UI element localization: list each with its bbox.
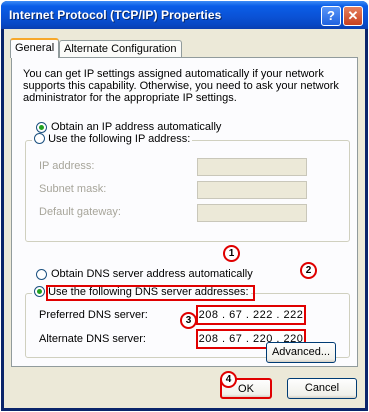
default-gateway-field[interactable]	[197, 204, 307, 222]
tab-alternate-configuration-label: Alternate Configuration	[64, 43, 177, 55]
obtain-ip-auto-label[interactable]: Obtain an IP address automatically	[51, 121, 221, 133]
subnet-mask-field[interactable]	[197, 181, 307, 199]
advanced-button[interactable]: Advanced...	[266, 342, 336, 363]
use-ip-radio-wrap: Use the following IP address:	[32, 133, 193, 145]
alternate-dns-label: Alternate DNS server:	[39, 333, 146, 345]
use-following-ip-label[interactable]: Use the following IP address:	[48, 133, 190, 145]
description-text: You can get IP settings assigned automat…	[23, 68, 339, 104]
callout-1: 1	[223, 245, 240, 262]
window-title: Internet Protocol (TCP/IP) Properties	[9, 8, 222, 22]
title-bar[interactable]: Internet Protocol (TCP/IP) Properties ? …	[1, 1, 368, 29]
preferred-dns-label: Preferred DNS server:	[39, 309, 148, 321]
obtain-ip-auto-radio[interactable]	[36, 122, 47, 133]
default-gateway-label: Default gateway:	[39, 206, 121, 218]
close-button[interactable]: ✕	[343, 6, 363, 26]
tab-general-label: General	[15, 42, 55, 54]
callout-4: 4	[220, 371, 237, 388]
dialog-window: Internet Protocol (TCP/IP) Properties ? …	[1, 1, 368, 411]
callout-3: 3	[180, 312, 197, 329]
ip-address-field[interactable]	[197, 158, 307, 176]
obtain-dns-auto-label[interactable]: Obtain DNS server address automatically	[51, 268, 253, 280]
callout-2: 2	[300, 262, 317, 279]
preferred-dns-field[interactable]: 208 . 67 . 222 . 222	[196, 305, 306, 325]
dns-option-highlight	[46, 285, 255, 301]
use-following-dns-radio[interactable]	[34, 286, 45, 297]
cancel-button[interactable]: Cancel	[287, 378, 357, 399]
help-button[interactable]: ?	[321, 6, 341, 26]
subnet-mask-label: Subnet mask:	[39, 183, 107, 195]
use-following-ip-radio[interactable]	[34, 133, 45, 144]
obtain-dns-auto-radio[interactable]	[36, 269, 47, 280]
ip-address-label: IP address:	[39, 160, 95, 172]
tab-general[interactable]: General	[10, 38, 60, 58]
dialog-body: General Alternate Configuration You can …	[4, 29, 365, 408]
tab-alternate-configuration[interactable]: Alternate Configuration	[59, 40, 182, 58]
